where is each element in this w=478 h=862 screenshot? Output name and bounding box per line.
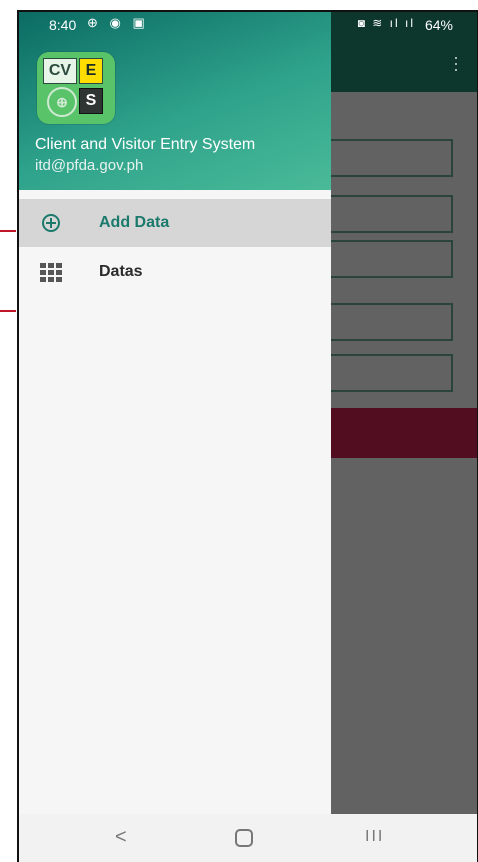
logo-s: S xyxy=(79,88,103,114)
navigation-drawer: CV E ⊕ S Client and Visitor Entry System… xyxy=(19,12,331,862)
logo-e: E xyxy=(79,58,103,84)
grid-icon xyxy=(39,260,63,284)
annotation-line xyxy=(0,310,16,312)
status-time: 8:40 xyxy=(49,17,77,33)
back-icon[interactable]: < xyxy=(115,826,127,849)
home-icon[interactable] xyxy=(235,829,253,847)
menu-item-datas[interactable]: Datas xyxy=(19,248,331,296)
menu-item-label: Datas xyxy=(99,263,143,280)
user-email: itd@pfda.gov.ph xyxy=(35,157,144,174)
battery-level: 64% xyxy=(424,17,453,33)
annotation-line xyxy=(0,230,16,232)
recent-apps-icon[interactable]: III xyxy=(365,828,384,846)
menu-item-label: Add Data xyxy=(99,214,170,231)
signal-icons: ◙ ≋ ıl ıl xyxy=(357,16,415,30)
status-bar: 8:40 ⊕ ◉ ▣ ◙ ≋ ıl ıl 64% xyxy=(19,12,477,38)
phone-screen: · · · 8:40 ⊕ ◉ ▣ ◙ ≋ ıl ıl 64% CV E ⊕ S Cl… xyxy=(17,10,478,862)
app-name: Client and Visitor Entry System xyxy=(35,136,256,153)
app-logo: CV E ⊕ S xyxy=(37,52,115,124)
add-circle-icon xyxy=(39,211,63,235)
logo-cv: CV xyxy=(43,58,77,84)
system-navigation-bar: < III xyxy=(19,814,477,862)
drawer-header: CV E ⊕ S Client and Visitor Entry System… xyxy=(19,12,331,190)
menu-item-add-data[interactable]: Add Data xyxy=(19,199,331,247)
notification-icons: ⊕ ◉ ▣ xyxy=(87,15,149,30)
logo-crosshair-icon: ⊕ xyxy=(47,87,77,117)
